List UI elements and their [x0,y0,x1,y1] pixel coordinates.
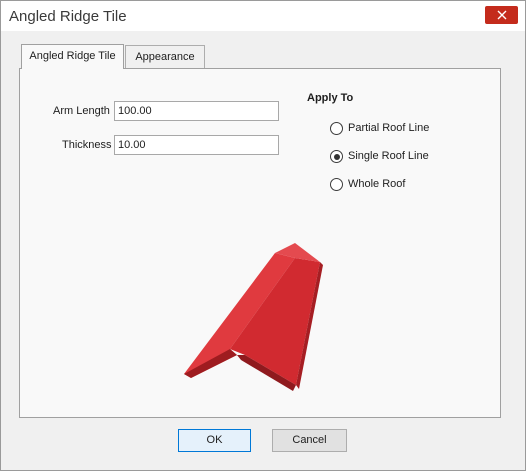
cancel-button[interactable]: Cancel [272,429,347,452]
close-button[interactable] [485,6,518,24]
arm-length-label: Arm Length [53,105,110,117]
radio-label: Partial Roof Line [348,122,430,134]
ok-button[interactable]: OK [178,429,251,452]
window-title: Angled Ridge Tile [9,8,127,25]
radio-label: Whole Roof [348,178,406,190]
radio-button[interactable] [330,150,343,163]
close-icon [497,10,507,20]
ridge-tile-preview [184,243,323,391]
tab-angled-ridge-tile[interactable]: Angled Ridge Tile [21,44,124,69]
thickness-field[interactable] [114,135,279,155]
tab-appearance[interactable]: Appearance [125,45,205,68]
radio-button[interactable] [330,122,343,135]
radio-button[interactable] [330,178,343,191]
apply-to-title: Apply To [307,92,354,104]
thickness-label: Thickness [62,139,112,151]
radio-label: Single Roof Line [348,150,429,162]
arm-length-field[interactable] [114,101,279,121]
title-bar[interactable]: Angled Ridge Tile [1,1,525,31]
radio-selected-dot [333,153,340,160]
